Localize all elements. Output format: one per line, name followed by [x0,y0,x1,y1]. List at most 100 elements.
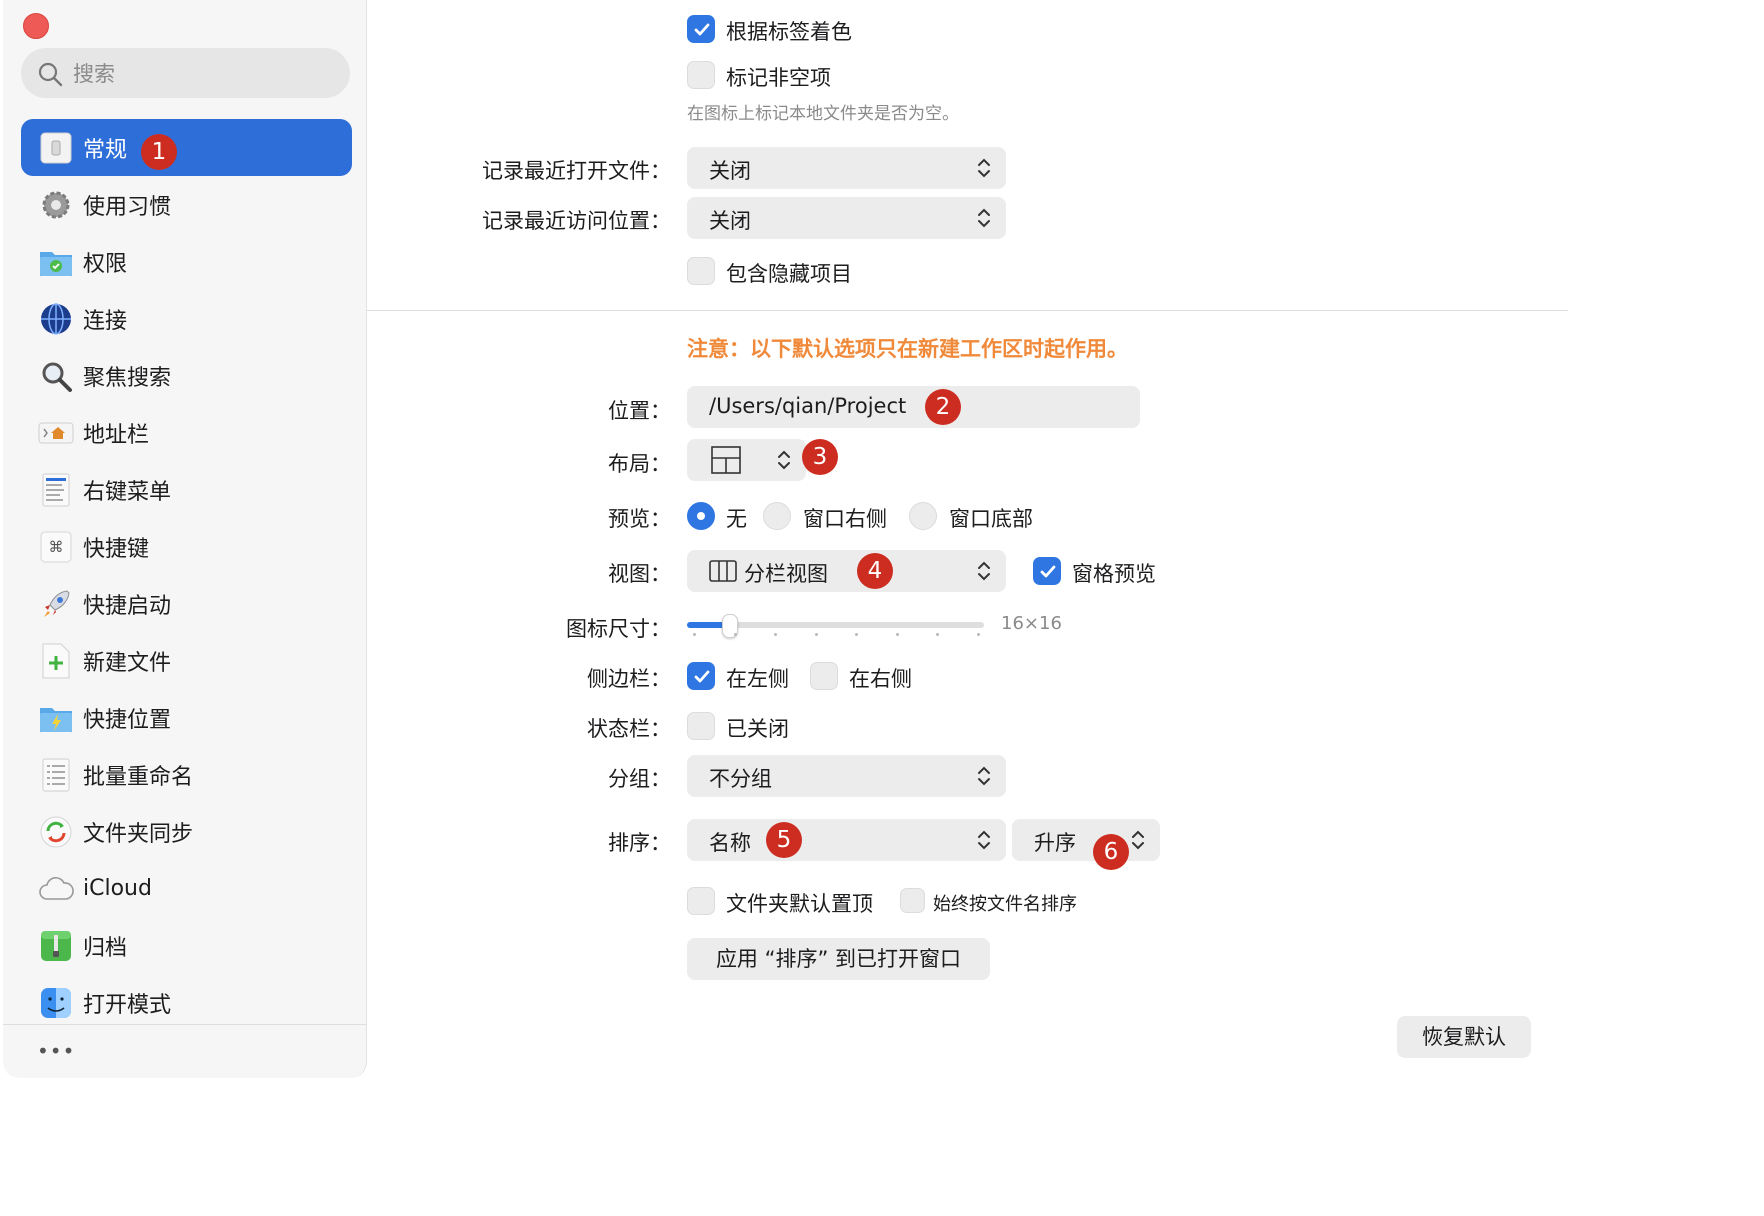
recent-files-value: 关闭 [709,159,751,183]
sidebar-left-label: 在左侧 [726,667,789,691]
sidebar-item-general[interactable]: 常规 [21,119,352,176]
slider-tick [936,633,939,636]
include-hidden-checkbox[interactable] [687,257,715,285]
preview-none-label: 无 [726,507,747,531]
chevron-updown-icon [978,830,990,850]
preview-bottom-label: 窗口底部 [949,507,1033,531]
sidebar-divider [3,1024,366,1025]
chevron-updown-icon [978,561,990,581]
sidebar-left-checkbox[interactable] [687,662,715,690]
sidebar-item-permissions[interactable]: 权限 [21,233,352,290]
sidebar-item-connect[interactable]: 连接 [21,290,352,347]
sidebar-item-quick-launch[interactable]: 快捷启动 [21,575,352,632]
folder-bolt-icon [37,699,75,737]
sidebar-item-new-file[interactable]: 新建文件 [21,632,352,689]
layout-grid-icon [711,446,741,474]
chevron-updown-icon [778,450,790,470]
preview-right-radio[interactable] [763,502,791,530]
mark-non-empty-checkbox[interactable] [687,61,715,89]
callout-badge-2: 2 [925,389,961,425]
checkmark-icon [694,670,710,683]
callout-badge-6: 6 [1093,834,1129,870]
sidebar-item-label: 批量重命名 [83,764,194,790]
command-key-icon: ⌘ [37,528,75,566]
checkmark-icon [694,23,710,36]
layout-select[interactable] [687,439,806,481]
list-icon [37,756,75,794]
settings-content: 根据标签着色 标记非空项 在图标上标记本地文件夹是否为空。 记录最近打开文件： … [367,0,1568,1081]
color-by-tag-checkbox[interactable] [687,15,715,43]
sidebar-item-label: 打开模式 [83,992,172,1018]
sidebar-item-label: 连接 [83,308,128,334]
sidebar-item-quick-location[interactable]: 快捷位置 [21,689,352,746]
sidebar-item-label: 右键菜单 [83,479,172,505]
more-button[interactable]: ••• [37,1040,74,1062]
sidebar-item-batch-rename[interactable]: 批量重命名 [21,746,352,803]
folders-first-checkbox[interactable] [687,887,715,915]
sidebar-item-icloud[interactable]: iCloud [21,860,352,917]
slider-tick [733,633,737,636]
defaults-note: 注意：以下默认选项只在新建工作区时起作用。 [687,337,1128,361]
always-by-name-label: 始终按文件名排序 [933,894,1077,915]
icon-size-label: 图标尺寸： [566,617,671,641]
slider-tick [693,633,696,636]
group-select[interactable]: 不分组 [687,755,1006,797]
finder-icon [37,984,75,1022]
view-value: 分栏视图 [744,562,828,586]
sidebar-item-label: 使用习惯 [83,194,172,220]
apply-sort-button[interactable]: 应用 “排序” 到已打开窗口 [687,938,990,980]
recent-locations-value: 关闭 [709,209,751,233]
always-by-name-checkbox[interactable] [900,888,925,913]
preview-none-radio[interactable] [687,502,715,530]
section-divider [367,310,1568,311]
slider-tick [814,633,818,636]
slider-tick [895,633,899,636]
context-menu-icon [37,471,75,509]
new-file-icon [37,642,75,680]
sort-select[interactable]: 名称 [687,819,1006,861]
search-input[interactable] [71,48,345,100]
sidebar-item-label: 地址栏 [83,422,150,448]
sidebar-right-checkbox[interactable] [810,662,838,690]
recent-files-select[interactable]: 关闭 [687,147,1006,189]
view-select[interactable]: 分栏视图 [687,550,1006,592]
callout-badge-5: 5 [766,822,802,858]
sync-icon [37,813,75,851]
mark-non-empty-hint: 在图标上标记本地文件夹是否为空。 [687,104,959,124]
columns-icon [709,560,737,582]
folder-check-icon [37,243,75,281]
switch-icon [37,129,75,167]
status-bar-label: 状态栏： [587,717,671,741]
sidebar-item-folder-sync[interactable]: 文件夹同步 [21,803,352,860]
sidebar-item-label: 归档 [83,935,128,961]
sidebar-item-habits[interactable]: 使用习惯 [21,176,352,233]
sidebar-item-address-bar[interactable]: 地址栏 [21,404,352,461]
chevron-updown-icon [978,766,990,786]
sidebar-item-shortcuts[interactable]: ⌘ 快捷键 [21,518,352,575]
sidebar-item-open-mode[interactable]: 打开模式 [21,974,352,1031]
preview-bottom-radio[interactable] [909,502,937,530]
sort-order-select[interactable]: 升序 [1012,819,1160,861]
group-label: 分组： [608,767,671,791]
chevron-updown-icon [978,208,990,228]
close-window-button[interactable] [23,13,49,39]
cloud-icon [37,870,75,908]
sidebar-item-archive[interactable]: 归档 [21,917,352,974]
sidebar-item-label: 快捷位置 [83,707,172,733]
sidebar-item-spotlight[interactable]: 聚焦搜索 [21,347,352,404]
sidebar-nav: 常规 使用习惯 权限 连接 聚焦搜索 地址栏 右键菜单 ⌘ 快捷键 快捷启动 新… [21,119,352,1031]
pane-preview-checkbox[interactable] [1033,557,1061,585]
sort-order-value: 升序 [1034,831,1076,855]
include-hidden-label: 包含隐藏项目 [726,262,852,286]
icon-size-value: 16×16 [1001,613,1062,634]
status-bar-checkbox[interactable] [687,712,715,740]
search-field[interactable] [21,48,350,100]
location-field[interactable]: /Users/qian/Project [687,386,1140,428]
sidebar-item-label: iCloud [83,876,152,901]
sidebar-item-context-menu[interactable]: 右键菜单 [21,461,352,518]
recent-locations-select[interactable]: 关闭 [687,197,1006,239]
preview-right-label: 窗口右侧 [803,507,887,531]
gear-icon [37,186,75,224]
restore-defaults-button[interactable]: 恢复默认 [1397,1016,1531,1058]
preview-label: 预览： [608,507,671,531]
